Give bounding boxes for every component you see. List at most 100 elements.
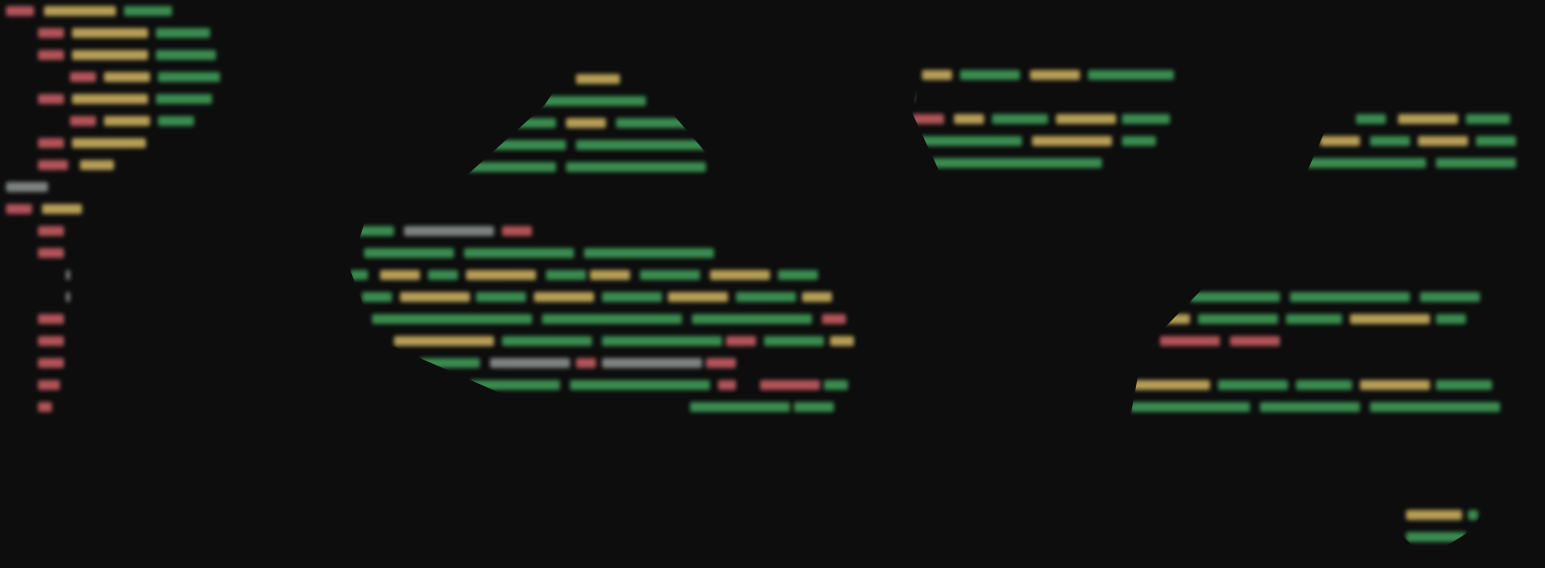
code-token-attribute xyxy=(466,270,536,280)
code-line xyxy=(0,154,226,176)
code-token-tag xyxy=(706,358,736,368)
code-token-tag xyxy=(38,226,64,236)
code-token-string xyxy=(536,96,646,106)
code-token-attribute xyxy=(80,160,114,170)
code-token-string xyxy=(778,270,818,280)
code-token-plain xyxy=(490,358,570,368)
code-token-string xyxy=(1370,136,1410,146)
code-line xyxy=(350,220,860,242)
code-token-attribute xyxy=(104,72,150,82)
code-token-string xyxy=(1370,402,1500,412)
code-line xyxy=(912,86,1188,108)
code-token-attribute xyxy=(1030,70,1080,80)
code-token-tag xyxy=(38,94,64,104)
code-token-string xyxy=(736,292,796,302)
code-line xyxy=(1376,526,1488,548)
code-line xyxy=(466,134,726,156)
code-token-string xyxy=(466,162,556,172)
code-token-attribute xyxy=(1032,136,1112,146)
code-line xyxy=(466,112,726,134)
code-line xyxy=(466,90,726,112)
code-token-tag xyxy=(502,226,532,236)
code-token-string xyxy=(1290,292,1410,302)
code-token-string xyxy=(1476,136,1516,146)
code-line xyxy=(350,308,860,330)
code-token-string xyxy=(576,140,706,150)
code-token-tag xyxy=(6,6,34,16)
code-line xyxy=(0,264,226,286)
code-token-string xyxy=(570,380,710,390)
code-token-attribute xyxy=(1130,380,1210,390)
code-token-attribute xyxy=(1360,380,1430,390)
code-token-attribute xyxy=(576,74,620,84)
code-token-string xyxy=(158,116,194,126)
code-line xyxy=(1130,396,1506,418)
code-token-string xyxy=(1286,314,1342,324)
code-token-string xyxy=(992,114,1048,124)
code-token-attribute xyxy=(922,70,952,80)
code-token-string xyxy=(1296,380,1352,390)
code-token-string xyxy=(464,248,574,258)
code-line xyxy=(350,330,860,352)
code-token-plain xyxy=(912,92,914,102)
code-line xyxy=(0,286,226,308)
code-token-plain xyxy=(1130,358,1132,368)
code-token-attribute xyxy=(380,270,420,280)
code-token-attribute xyxy=(72,50,148,60)
code-line xyxy=(1130,308,1506,330)
code-token-string xyxy=(372,314,532,324)
code-token-tag xyxy=(38,138,64,148)
code-token-string xyxy=(1468,510,1478,520)
code-line xyxy=(350,374,860,396)
code-token-string xyxy=(502,336,592,346)
code-token-string xyxy=(912,136,1022,146)
code-fragment-left xyxy=(0,0,226,450)
code-line xyxy=(0,176,226,198)
code-token-string xyxy=(1130,336,1152,346)
code-token-string xyxy=(932,158,1102,168)
code-line xyxy=(0,132,226,154)
code-token-tag xyxy=(38,314,64,324)
code-line xyxy=(466,68,726,90)
code-token-tag xyxy=(760,380,820,390)
code-line xyxy=(466,156,726,176)
code-line xyxy=(0,22,226,44)
code-line xyxy=(912,130,1188,152)
code-token-attribute xyxy=(802,292,832,302)
code-token-string xyxy=(156,94,212,104)
code-token-attribute xyxy=(534,292,594,302)
code-token-attribute xyxy=(1056,114,1116,124)
code-line xyxy=(912,64,1188,86)
code-token-plain xyxy=(66,292,70,302)
code-token-attribute xyxy=(72,28,148,38)
code-token-attribute xyxy=(394,336,494,346)
code-token-tag xyxy=(38,248,64,258)
code-token-attribute xyxy=(1418,136,1468,146)
code-token-tag xyxy=(822,314,846,324)
code-token-string xyxy=(1436,380,1492,390)
code-token-string xyxy=(690,402,790,412)
code-token-attribute xyxy=(1350,314,1430,324)
code-token-attribute xyxy=(590,270,630,280)
code-line xyxy=(0,396,226,418)
code-token-string xyxy=(1122,136,1156,146)
code-token-string xyxy=(364,248,454,258)
code-token-tag xyxy=(38,358,64,368)
code-token-tag xyxy=(38,160,68,170)
code-token-tag xyxy=(576,358,596,368)
code-fragment-top-right xyxy=(1306,108,1524,174)
code-line xyxy=(1306,130,1524,152)
code-token-string xyxy=(764,336,824,346)
code-token-string xyxy=(1130,402,1250,412)
code-token-string xyxy=(1306,158,1426,168)
code-fragment-right xyxy=(1130,286,1506,418)
code-token-string xyxy=(124,6,172,16)
code-line xyxy=(912,108,1188,130)
code-token-tag xyxy=(6,204,32,214)
code-line xyxy=(0,198,226,220)
code-token-tag xyxy=(38,336,64,346)
code-line xyxy=(1130,374,1506,396)
code-token-tag xyxy=(38,402,52,412)
code-token-tag xyxy=(70,116,96,126)
code-line xyxy=(0,66,226,88)
